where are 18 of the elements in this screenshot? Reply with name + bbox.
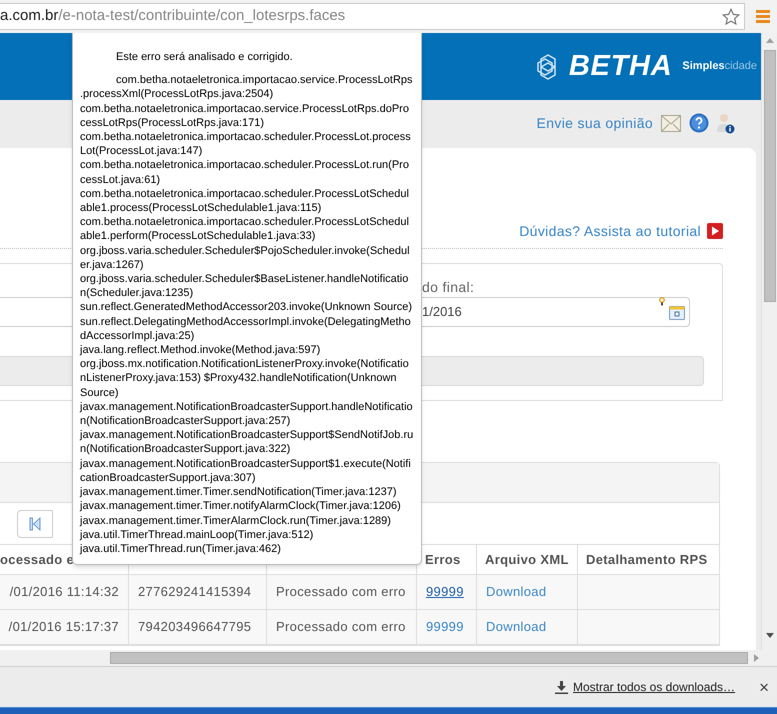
column-header: Erros	[425, 550, 461, 569]
tagline-light: cidade	[724, 60, 757, 72]
table-cell-text: 794203496647795	[138, 618, 252, 636]
brand-logo-text: BETHA	[568, 48, 672, 84]
table-cell-text: /01/2016 15:17:37	[8, 618, 119, 636]
table-cell-text: Processado com erro	[276, 583, 406, 602]
end-date-label: do final:	[422, 278, 476, 297]
table-cell-text: Processado com erro	[276, 618, 406, 636]
end-date-value: 1/2016	[422, 303, 462, 322]
tagline-bold: Simples	[682, 60, 725, 72]
column-header: Arquivo XML	[485, 550, 569, 569]
stack-trace: com.betha.notaeletronica.importacao.service.ProcessLotRps.processXml(ProcessLotRps.java:2504) com.betha.notaeletronica.importacao.service.ProcessLotRps.doProcessLotRps(ProcessLotRps.java:171) com.betha.notaeletronica.importacao.scheduler.ProcessLot.processLot(ProcessLot.java:147) com.betha.notaeletronica.importacao.scheduler.ProcessLot.run(ProcessLot.java:61) com.betha.notaeletronica.importacao.scheduler.ProcessLotSchedulable1.process(ProcessLotSchedulable1.java:115) com.betha.notaeletronica.importacao.scheduler.ProcessLotSchedulable1.perform(ProcessLotSchedulable1.java:33) org.jboss.varia.scheduler.Scheduler$PojoScheduler.invoke(Scheduler.java:1267) org.jboss.varia.scheduler.Scheduler$BaseListener.handleNotification(Scheduler.java:1235) sun.reflect.GeneratedMethodAccessor203.invoke(Unknown Source) sun.reflect.DelegatingMethodAccessorImpl.invoke(DelegatingMethodAccessorImpl.java:25) java.lang.reflect.Method.invoke(Method.java:597) org.jboss.mx.notification.NotificationListenerProxy.invoke(NotificationListenerProxy.java:153) $Proxy432.handleNotification(Unknown Source) javax.management.NotificationBroadcasterSupport.handleNotification(NotificationBroadcasterSupport.java:257) javax.management.NotificationBroadcasterSupport$SendNotifJob.run(NotificationBroadcasterSupport.java:322) javax.management.NotificationBroadcasterSupport$1.execute(NotificationBroadcasterSupport.java:307) javax.management.timer.Timer.sendNotification(Timer.java:1237) javax.management.timer.Timer.notifyAlarmClock(Timer.java:1206) javax.management.timer.TimerAlarmClock.run(Timer.java:1289) java.util.TimerThread.mainLoop(Timer.java:512) java.util.TimerThread.run(Timer.java:462)	[80, 73, 414, 556]
table-cell-text: 277629241415394	[138, 583, 252, 602]
table-cell-text: /01/2016 11:14:32	[10, 583, 119, 602]
column-header: Detalhamento RPS	[586, 550, 708, 569]
url-path: /e-nota-test/contribuinte/con_lotesrps.faces	[58, 6, 346, 26]
error-message: Este erro será analisado e corrigido.	[115, 50, 294, 64]
url-host: a.com.br	[0, 6, 58, 26]
